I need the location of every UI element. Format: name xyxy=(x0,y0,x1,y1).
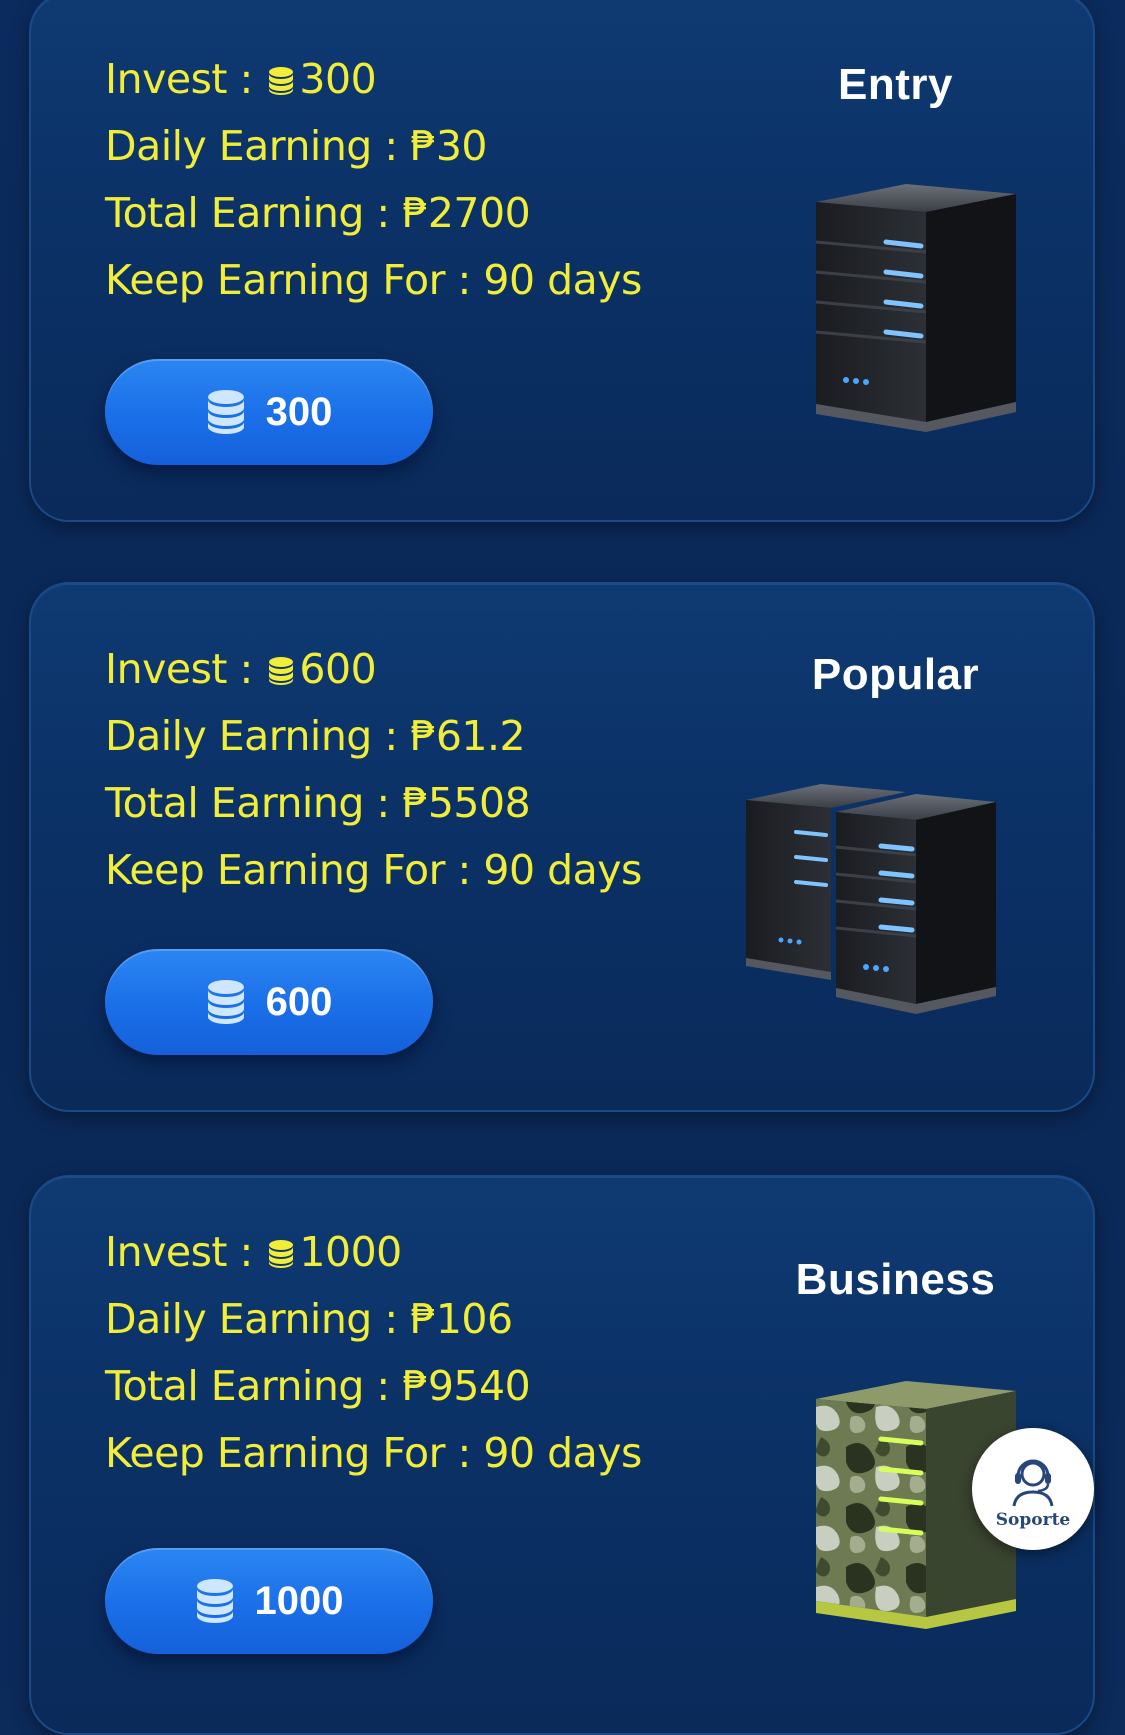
headset-agent-icon xyxy=(1012,1459,1054,1507)
duration-row: Keep Earning For : 90 days xyxy=(105,837,642,904)
daily-earning-row: Daily Earning : ₱106 xyxy=(105,1286,642,1353)
daily-earning-label: Daily Earning : xyxy=(105,712,398,760)
support-label: Soporte xyxy=(995,1510,1071,1530)
total-earning-label: Total Earning : xyxy=(105,1362,390,1410)
plan-card-business: Invest : 1000 Daily Earning : ₱106 Total… xyxy=(29,1175,1095,1735)
invest-button-label: 600 xyxy=(265,979,333,1024)
invest-button[interactable]: 300 xyxy=(105,359,433,465)
invest-amount: 600 xyxy=(299,645,377,693)
plan-card-entry: Invest : 300 Daily Earning : ₱30 Total E… xyxy=(29,0,1095,522)
total-earning-value: ₱2700 xyxy=(402,189,531,237)
tier-title: Business xyxy=(795,1255,996,1304)
plan-info: Invest : 600 Daily Earning : ₱61.2 Total… xyxy=(105,636,642,904)
plan-info: Invest : 1000 Daily Earning : ₱106 Total… xyxy=(105,1219,642,1487)
invest-button[interactable]: 1000 xyxy=(105,1548,433,1654)
duration-value: 90 days xyxy=(483,1429,642,1477)
coin-stack-icon xyxy=(269,67,294,95)
duration-label: Keep Earning For : xyxy=(105,1429,471,1477)
invest-label: Invest : xyxy=(105,645,253,693)
total-earning-label: Total Earning : xyxy=(105,189,390,237)
invest-button[interactable]: 600 xyxy=(105,949,433,1055)
server-single-icon xyxy=(815,184,1016,432)
duration-row: Keep Earning For : 90 days xyxy=(105,247,642,314)
daily-earning-label: Daily Earning : xyxy=(105,1295,398,1343)
coin-stack-icon xyxy=(269,657,294,685)
duration-value: 90 days xyxy=(483,256,642,304)
tier-title: Popular xyxy=(811,650,980,699)
total-earning-row: Total Earning : ₱5508 xyxy=(105,770,642,837)
database-icon xyxy=(207,390,244,434)
duration-label: Keep Earning For : xyxy=(105,256,471,304)
invest-row: Invest : 300 xyxy=(105,46,642,113)
invest-row: Invest : 1000 xyxy=(105,1219,642,1286)
database-icon xyxy=(207,980,244,1024)
invest-label: Invest : xyxy=(105,55,253,103)
duration-label: Keep Earning For : xyxy=(105,846,471,894)
database-icon xyxy=(196,1579,233,1623)
total-earning-value: ₱5508 xyxy=(402,779,531,827)
total-earning-label: Total Earning : xyxy=(105,779,390,827)
total-earning-row: Total Earning : ₱9540 xyxy=(105,1353,642,1420)
coin-stack-icon xyxy=(269,1240,294,1268)
invest-button-label: 1000 xyxy=(254,1578,344,1623)
duration-value: 90 days xyxy=(483,846,642,894)
daily-earning-value: ₱30 xyxy=(410,122,487,170)
total-earning-value: ₱9540 xyxy=(402,1362,531,1410)
daily-earning-value: ₱106 xyxy=(410,1295,513,1343)
daily-earning-row: Daily Earning : ₱30 xyxy=(105,113,642,180)
invest-row: Invest : 600 xyxy=(105,636,642,703)
daily-earning-label: Daily Earning : xyxy=(105,122,398,170)
invest-amount: 1000 xyxy=(299,1228,402,1276)
daily-earning-value: ₱61.2 xyxy=(410,712,526,760)
invest-amount: 300 xyxy=(299,55,377,103)
invest-label: Invest : xyxy=(105,1228,253,1276)
duration-row: Keep Earning For : 90 days xyxy=(105,1420,642,1487)
server-double-icon xyxy=(746,784,996,1014)
total-earning-row: Total Earning : ₱2700 xyxy=(105,180,642,247)
plans-page: Invest : 300 Daily Earning : ₱30 Total E… xyxy=(0,0,1125,1735)
plan-card-popular: Invest : 600 Daily Earning : ₱61.2 Total… xyxy=(29,582,1095,1112)
support-button[interactable]: Soporte xyxy=(972,1428,1094,1550)
tier-title: Entry xyxy=(838,60,953,109)
invest-button-label: 300 xyxy=(265,389,333,434)
plan-info: Invest : 300 Daily Earning : ₱30 Total E… xyxy=(105,46,642,314)
daily-earning-row: Daily Earning : ₱61.2 xyxy=(105,703,642,770)
